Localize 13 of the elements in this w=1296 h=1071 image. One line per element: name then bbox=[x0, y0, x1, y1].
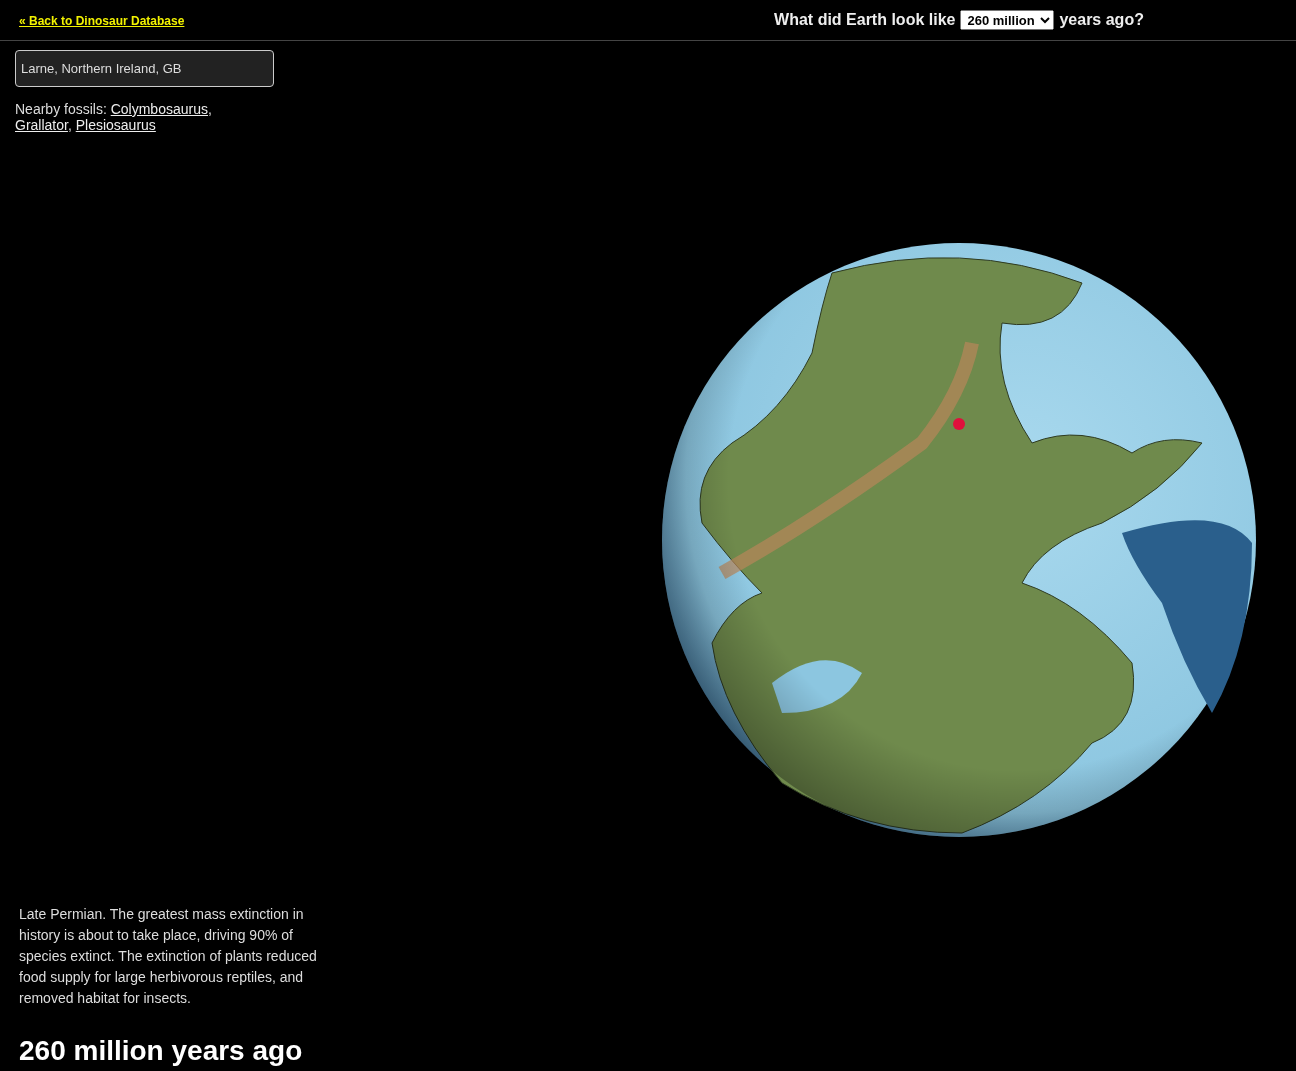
period-description: Late Permian. The greatest mass extinction in history is about to take place, driving 90% of species extinct. The extinction of plants reduced food supply for large herbivorous reptiles, and removed habitat for insects. bbox=[19, 905, 318, 1008]
back-link[interactable]: « Back to Dinosaur Database bbox=[19, 14, 185, 28]
comma-separator: , bbox=[207, 101, 212, 117]
fossil-link[interactable]: Colymbosaurus bbox=[110, 101, 208, 117]
comma-separator: , bbox=[67, 117, 72, 133]
fossil-link[interactable]: Grallator bbox=[15, 117, 68, 133]
question-text: What did Earth look like bbox=[774, 11, 956, 29]
age-heading: 260 million years ago bbox=[19, 1035, 304, 1067]
location-field[interactable]: Larne, Northern Ireland, GB bbox=[15, 50, 274, 87]
age-select[interactable]: 260 million bbox=[960, 10, 1055, 30]
question-text: years ago? bbox=[1059, 11, 1144, 29]
nearby-label: Nearby fossils: bbox=[15, 101, 107, 117]
fossil-link[interactable]: Plesiosaurus bbox=[75, 117, 156, 133]
